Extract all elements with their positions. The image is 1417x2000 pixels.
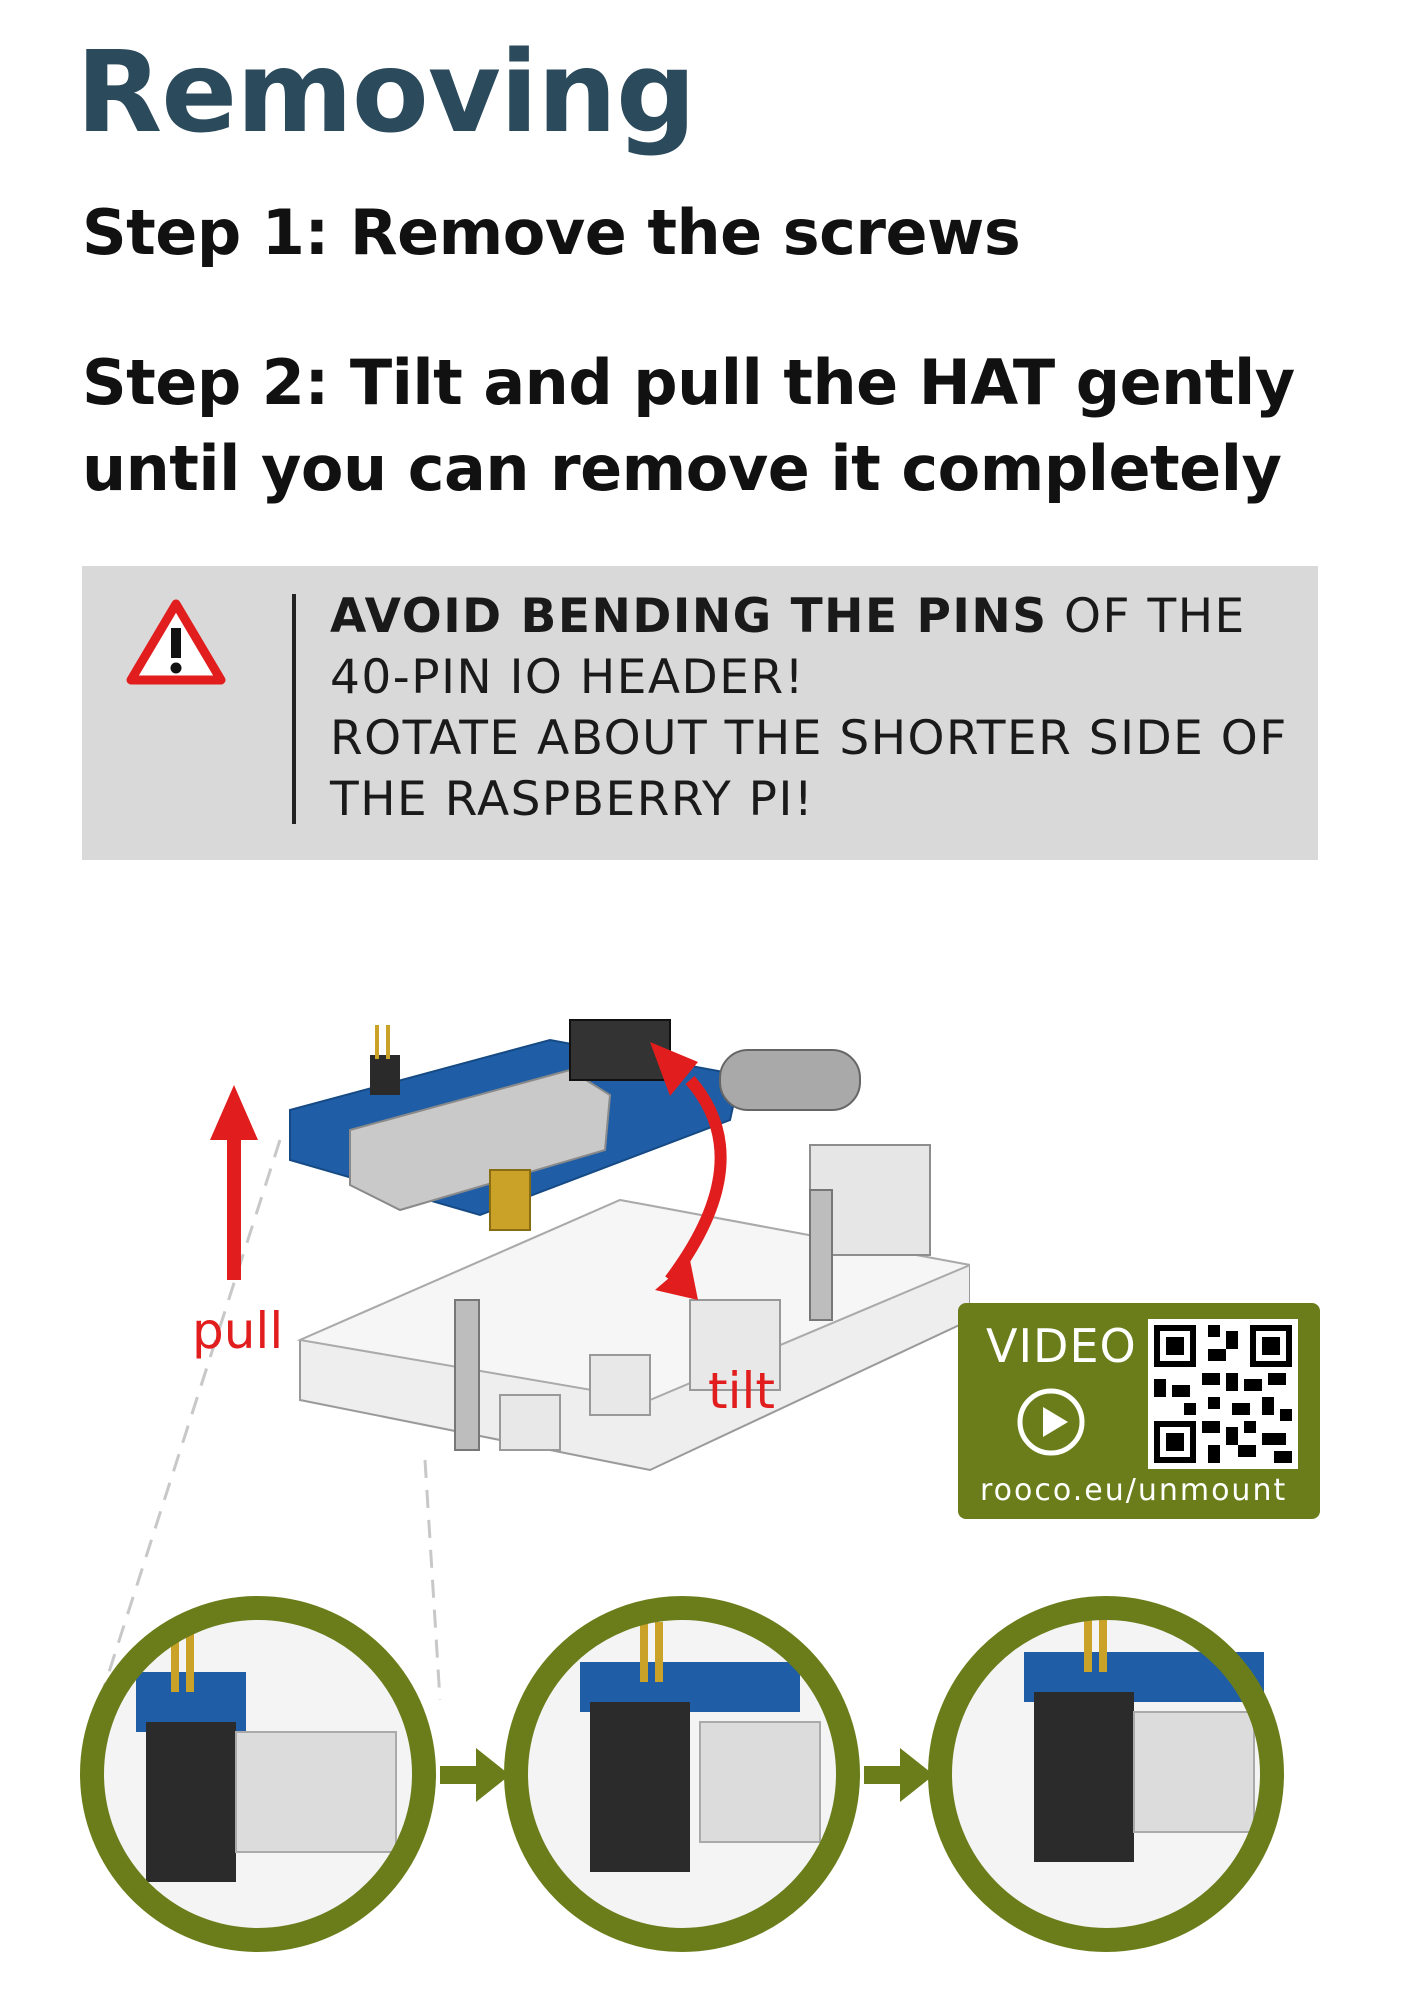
arrow-right-icon bbox=[864, 1748, 934, 1802]
step-2-line-1: Step 2: Tilt and pull the HAT gently bbox=[82, 346, 1295, 419]
page-title: Removing bbox=[76, 28, 696, 158]
zoom-circle-2 bbox=[504, 1596, 860, 1952]
video-link-box[interactable]: VIDEO rooco.eu/unmount bbox=[958, 1303, 1320, 1519]
arrow-right-icon bbox=[440, 1748, 510, 1802]
warning-line-4: THE RASPBERRY PI! bbox=[330, 772, 815, 827]
warning-line-1-rest: OF THE bbox=[1047, 589, 1246, 644]
video-url[interactable]: rooco.eu/unmount bbox=[980, 1473, 1287, 1508]
raspberry-pi-hat-illustration bbox=[210, 1019, 970, 1472]
warning-text: AVOID BENDING THE PINS OF THE 40-PIN IO … bbox=[330, 586, 1288, 830]
qr-code[interactable] bbox=[1148, 1319, 1298, 1469]
warning-line-2: 40-PIN IO HEADER! bbox=[330, 650, 805, 705]
step-2-line-2: until you can remove it completely bbox=[82, 432, 1282, 505]
step-1-instruction: Step 1: Remove the screws bbox=[82, 196, 1021, 269]
tilt-label: tilt bbox=[708, 1362, 775, 1420]
warning-box: AVOID BENDING THE PINS OF THE 40-PIN IO … bbox=[82, 566, 1318, 860]
pull-label: pull bbox=[192, 1302, 284, 1360]
zoom-circle-1 bbox=[80, 1596, 436, 1952]
warning-divider bbox=[292, 594, 296, 824]
zoom-circle-3 bbox=[928, 1596, 1284, 1952]
step-2-instruction: Step 2: Tilt and pull the HAT gently unt… bbox=[82, 340, 1295, 512]
warning-emphasis: AVOID BENDING THE PINS bbox=[330, 589, 1048, 644]
warning-triangle-icon bbox=[126, 599, 226, 685]
video-label: VIDEO bbox=[986, 1319, 1137, 1373]
warning-line-3: ROTATE ABOUT THE SHORTER SIDE OF bbox=[330, 711, 1288, 766]
play-icon[interactable] bbox=[1016, 1387, 1086, 1457]
